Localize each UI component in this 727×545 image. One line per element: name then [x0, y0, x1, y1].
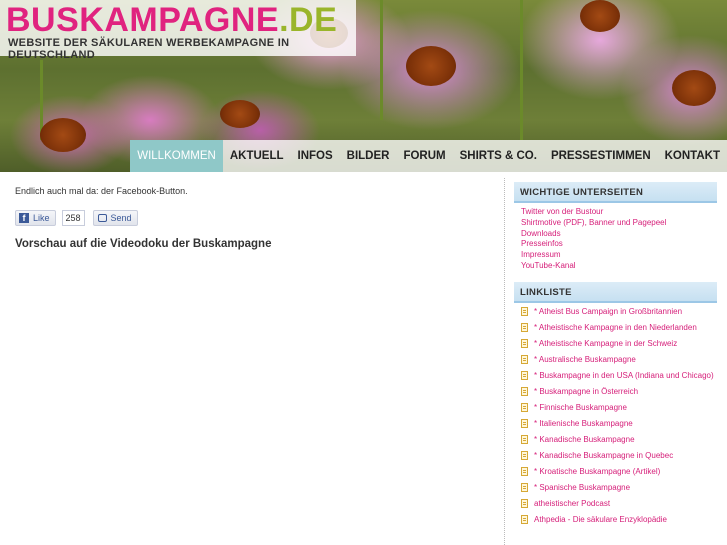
document-icon: [521, 466, 528, 476]
facebook-icon: f: [19, 213, 29, 223]
link-list-item[interactable]: * Spanische Buskampagne: [521, 482, 717, 494]
sidebar-link[interactable]: Twitter von der Bustour: [521, 207, 717, 218]
nav-item-pressestimmen[interactable]: PRESSESTIMMEN: [544, 140, 658, 172]
nav-item-infos[interactable]: INFOS: [291, 140, 340, 172]
post-title[interactable]: Vorschau auf die Videodoku der Buskampag…: [15, 238, 485, 250]
document-icon: [521, 306, 528, 316]
main-content: Endlich auch mal da: der Facebook-Button…: [15, 186, 485, 250]
link-list-item[interactable]: atheistischer Podcast: [521, 498, 717, 510]
link-list-item[interactable]: * Atheistische Kampagne in der Schweiz: [521, 338, 717, 350]
flower-stem: [520, 0, 523, 140]
sidebar-link[interactable]: Impressum: [521, 250, 717, 261]
like-count: 258: [61, 210, 85, 226]
link-list: * Atheist Bus Campaign in Großbritannien…: [514, 303, 717, 526]
link-list-item[interactable]: * Finnische Buskampagne: [521, 402, 717, 414]
document-icon: [521, 434, 528, 444]
facebook-send-button[interactable]: Send: [92, 210, 138, 226]
link-list-item[interactable]: * Buskampagne in Österreich: [521, 386, 717, 398]
nav-item-forum[interactable]: FORUM: [396, 140, 452, 172]
link-list-item[interactable]: * Kanadische Buskampagne in Quebec: [521, 450, 717, 462]
logo-subtitle: WEBSITE DER SÄKULAREN WERBEKAMPAGNE IN D…: [8, 37, 290, 61]
facebook-like-button[interactable]: f Like: [15, 210, 56, 226]
document-icon: [521, 482, 528, 492]
link-list-item[interactable]: * Italienische Buskampagne: [521, 418, 717, 430]
link-list-item[interactable]: Athpedia - Die säkulare Enzyklopädie: [521, 514, 717, 526]
link-list-item[interactable]: * Kroatische Buskampagne (Artikel): [521, 466, 717, 478]
flower-center: [580, 0, 620, 32]
facebook-buttons: f Like 258 Send: [15, 210, 485, 226]
header-banner: BUSKAMPAGNE.DE WEBSITE DER SÄKULAREN WER…: [0, 0, 727, 172]
document-icon: [521, 322, 528, 332]
document-icon: [521, 498, 528, 508]
sidebar-link[interactable]: Shirtmotive (PDF), Banner und Pagepeel: [521, 218, 717, 229]
important-pages-title: WICHTIGE UNTERSEITEN: [514, 182, 717, 203]
sidebar: WICHTIGE UNTERSEITEN Twitter von der Bus…: [514, 182, 717, 531]
flower-stem: [380, 0, 383, 120]
site-logo[interactable]: BUSKAMPAGNE.DE WEBSITE DER SÄKULAREN WER…: [0, 0, 356, 61]
nav-item-shirts[interactable]: SHIRTS & CO.: [453, 140, 544, 172]
flower-center: [220, 100, 260, 128]
main-nav: WILLKOMMEN AKTUELL INFOS BILDER FORUM SH…: [130, 140, 727, 172]
document-icon: [521, 354, 528, 364]
nav-item-kontakt[interactable]: KONTAKT: [658, 140, 727, 172]
nav-item-bilder[interactable]: BILDER: [340, 140, 397, 172]
link-list-item[interactable]: * Australische Buskampagne: [521, 354, 717, 366]
send-label: Send: [110, 213, 132, 223]
column-divider: [504, 178, 505, 545]
link-list-item[interactable]: * Kanadische Buskampagne: [521, 434, 717, 446]
important-pages-list: Twitter von der Bustour Shirtmotive (PDF…: [514, 203, 717, 272]
like-label: Like: [33, 213, 50, 223]
post-intro-text: Endlich auch mal da: der Facebook-Button…: [15, 186, 188, 196]
document-icon: [521, 338, 528, 348]
nav-item-willkommen[interactable]: WILLKOMMEN: [130, 140, 223, 172]
document-icon: [521, 402, 528, 412]
link-list-item[interactable]: * Buskampagne in den USA (Indiana und Ch…: [521, 370, 717, 382]
link-list-item[interactable]: * Atheist Bus Campaign in Großbritannien: [521, 306, 717, 318]
send-icon: [97, 214, 107, 222]
flower-center: [40, 118, 86, 152]
document-icon: [521, 514, 528, 524]
link-list-title: LINKLISTE: [514, 281, 717, 303]
link-list-item[interactable]: * Atheistische Kampagne in den Niederlan…: [521, 322, 717, 334]
document-icon: [521, 386, 528, 396]
sidebar-link[interactable]: Presseinfos: [521, 239, 717, 250]
flower-center: [672, 70, 716, 106]
document-icon: [521, 370, 528, 380]
sidebar-link[interactable]: YouTube-Kanal: [521, 261, 717, 272]
flower-center: [406, 46, 456, 86]
document-icon: [521, 418, 528, 428]
nav-item-aktuell[interactable]: AKTUELL: [223, 140, 291, 172]
sidebar-link[interactable]: Downloads: [521, 229, 717, 240]
logo-title: BUSKAMPAGNE.DE: [6, 1, 338, 39]
document-icon: [521, 450, 528, 460]
